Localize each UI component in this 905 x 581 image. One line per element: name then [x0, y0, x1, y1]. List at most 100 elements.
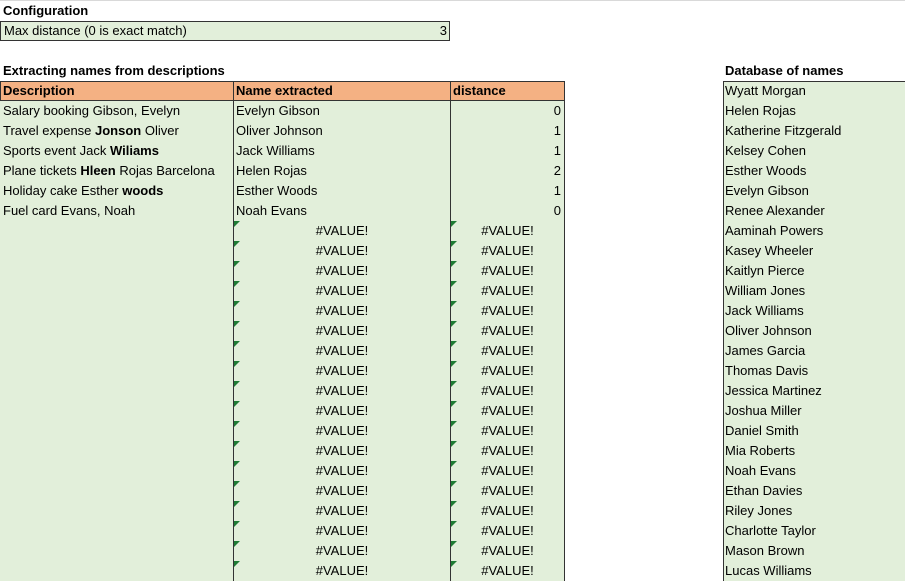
description-misspelled-part: woods — [122, 183, 164, 198]
name-extracted-error-cell[interactable]: #VALUE! — [234, 481, 450, 501]
name-extracted-error-cell[interactable]: #VALUE! — [234, 221, 450, 241]
database-name-cell[interactable]: James Garcia — [725, 341, 903, 361]
name-extracted-cell[interactable]: Jack Williams — [236, 141, 448, 161]
database-name-cell[interactable]: Esther Woods — [725, 161, 903, 181]
name-extracted-error-cell[interactable]: #VALUE! — [234, 501, 450, 521]
distance-cell[interactable]: 2 — [451, 161, 564, 181]
header-description[interactable]: Description — [3, 81, 231, 101]
distance-error-cell[interactable]: #VALUE! — [451, 241, 564, 261]
database-name-cell[interactable]: Aaminah Powers — [725, 221, 903, 241]
distance-error-cell[interactable]: #VALUE! — [451, 481, 564, 501]
config-title[interactable]: Configuration — [3, 1, 223, 21]
database-name-cell[interactable]: Daniel Smith — [725, 421, 903, 441]
name-extracted-error-cell[interactable]: #VALUE! — [234, 261, 450, 281]
name-extracted-error-cell[interactable]: #VALUE! — [234, 421, 450, 441]
description-cell[interactable]: Holiday cake Esther woods — [3, 181, 231, 201]
distance-error-cell[interactable]: #VALUE! — [451, 301, 564, 321]
description-cell[interactable]: Salary booking Gibson, Evelyn — [3, 101, 231, 121]
distance-cell[interactable]: 0 — [451, 101, 564, 121]
distance-error-cell[interactable]: #VALUE! — [451, 381, 564, 401]
database-name-cell[interactable]: Noah Evans — [725, 461, 903, 481]
distance-cell[interactable]: 0 — [451, 201, 564, 221]
header-distance[interactable]: distance — [453, 81, 563, 101]
database-name-cell[interactable]: Jessica Martinez — [725, 381, 903, 401]
max-distance-label: Max distance (0 is exact match) — [4, 23, 187, 38]
database-name-cell[interactable]: Oliver Johnson — [725, 321, 903, 341]
description-cell[interactable]: Plane tickets Hleen Rojas Barcelona — [3, 161, 231, 181]
name-extracted-error-cell[interactable]: #VALUE! — [234, 281, 450, 301]
database-name-cell[interactable]: Kelsey Cohen — [725, 141, 903, 161]
distance-cell[interactable]: 1 — [451, 141, 564, 161]
distance-error-cell[interactable]: #VALUE! — [451, 441, 564, 461]
database-name-cell[interactable]: Jack Williams — [725, 301, 903, 321]
distance-error-cell[interactable]: #VALUE! — [451, 421, 564, 441]
name-extracted-cell[interactable]: Noah Evans — [236, 201, 448, 221]
database-name-cell[interactable]: Ethan Davies — [725, 481, 903, 501]
distance-error-cell[interactable]: #VALUE! — [451, 281, 564, 301]
description-cell[interactable]: Fuel card Evans, Noah — [3, 201, 231, 221]
error-value: #VALUE! — [315, 263, 369, 278]
extract-title[interactable]: Extracting names from descriptions — [3, 61, 303, 81]
error-value: #VALUE! — [481, 483, 534, 498]
error-value: #VALUE! — [481, 283, 534, 298]
name-extracted-error-cell[interactable]: #VALUE! — [234, 521, 450, 541]
distance-error-cell[interactable]: #VALUE! — [451, 321, 564, 341]
distance-error-cell[interactable]: #VALUE! — [451, 261, 564, 281]
name-extracted-error-cell[interactable]: #VALUE! — [234, 441, 450, 461]
distance-error-cell[interactable]: #VALUE! — [451, 541, 564, 561]
name-extracted-cell[interactable]: Oliver Johnson — [236, 121, 448, 141]
distance-error-cell[interactable]: #VALUE! — [451, 361, 564, 381]
distance-cell[interactable]: 1 — [451, 181, 564, 201]
database-name-cell[interactable]: Evelyn Gibson — [725, 181, 903, 201]
database-name-cell[interactable]: Mia Roberts — [725, 441, 903, 461]
error-flag-icon — [451, 461, 457, 467]
database-name-cell[interactable]: Wyatt Morgan — [725, 81, 903, 101]
distance-error-cell[interactable]: #VALUE! — [451, 461, 564, 481]
name-extracted-cell[interactable]: Esther Woods — [236, 181, 448, 201]
distance-error-cell[interactable]: #VALUE! — [451, 221, 564, 241]
name-extracted-error-cell[interactable]: #VALUE! — [234, 461, 450, 481]
name-extracted-error-cell[interactable]: #VALUE! — [234, 381, 450, 401]
name-extracted-error-cell[interactable]: #VALUE! — [234, 541, 450, 561]
database-name-cell[interactable]: Kaitlyn Pierce — [725, 261, 903, 281]
distance-error-cell[interactable]: #VALUE! — [451, 501, 564, 521]
name-extracted-cell[interactable]: Helen Rojas — [236, 161, 448, 181]
distance-error-cell[interactable]: #VALUE! — [451, 401, 564, 421]
description-cell[interactable]: Sports event Jack Wiliams — [3, 141, 231, 161]
database-name-cell[interactable]: Helen Rojas — [725, 101, 903, 121]
error-flag-icon — [451, 301, 457, 307]
error-value: #VALUE! — [481, 323, 534, 338]
name-extracted-error-cell[interactable]: #VALUE! — [234, 301, 450, 321]
database-name-cell[interactable]: Renee Alexander — [725, 201, 903, 221]
error-flag-icon — [451, 521, 457, 527]
error-value: #VALUE! — [315, 423, 369, 438]
description-part: Holiday cake Esther — [3, 183, 123, 198]
header-name-extracted[interactable]: Name extracted — [236, 81, 448, 101]
distance-cell[interactable]: 1 — [451, 121, 564, 141]
database-name-cell[interactable]: Riley Jones — [725, 501, 903, 521]
database-name-cell[interactable]: Charlotte Taylor — [725, 521, 903, 541]
name-extracted-error-cell[interactable]: #VALUE! — [234, 561, 450, 581]
max-distance-value-cell[interactable]: 3 — [382, 21, 450, 41]
database-title[interactable]: Database of names — [725, 61, 905, 81]
distance-error-cell[interactable]: #VALUE! — [451, 521, 564, 541]
distance-error-cell[interactable]: #VALUE! — [451, 561, 564, 581]
database-name-cell[interactable]: William Jones — [725, 281, 903, 301]
name-extracted-cell[interactable]: Evelyn Gibson — [236, 101, 448, 121]
database-name-cell[interactable]: Mason Brown — [725, 541, 903, 561]
database-name-cell[interactable]: Lucas Williams — [725, 561, 903, 581]
distance-error-cell[interactable]: #VALUE! — [451, 341, 564, 361]
database-name-cell[interactable]: Joshua Miller — [725, 401, 903, 421]
name-extracted-error-cell[interactable]: #VALUE! — [234, 401, 450, 421]
database-name-cell[interactable]: Kasey Wheeler — [725, 241, 903, 261]
description-cell[interactable]: Travel expense Jonson Oliver — [3, 121, 231, 141]
error-value: #VALUE! — [315, 483, 369, 498]
name-extracted-error-cell[interactable]: #VALUE! — [234, 241, 450, 261]
name-extracted-error-cell[interactable]: #VALUE! — [234, 321, 450, 341]
database-name-cell[interactable]: Katherine Fitzgerald — [725, 121, 903, 141]
database-name-cell[interactable]: Thomas Davis — [725, 361, 903, 381]
name-extracted-error-cell[interactable]: #VALUE! — [234, 341, 450, 361]
name-extracted-error-cell[interactable]: #VALUE! — [234, 361, 450, 381]
error-value: #VALUE! — [481, 563, 534, 578]
error-flag-icon — [234, 361, 240, 367]
